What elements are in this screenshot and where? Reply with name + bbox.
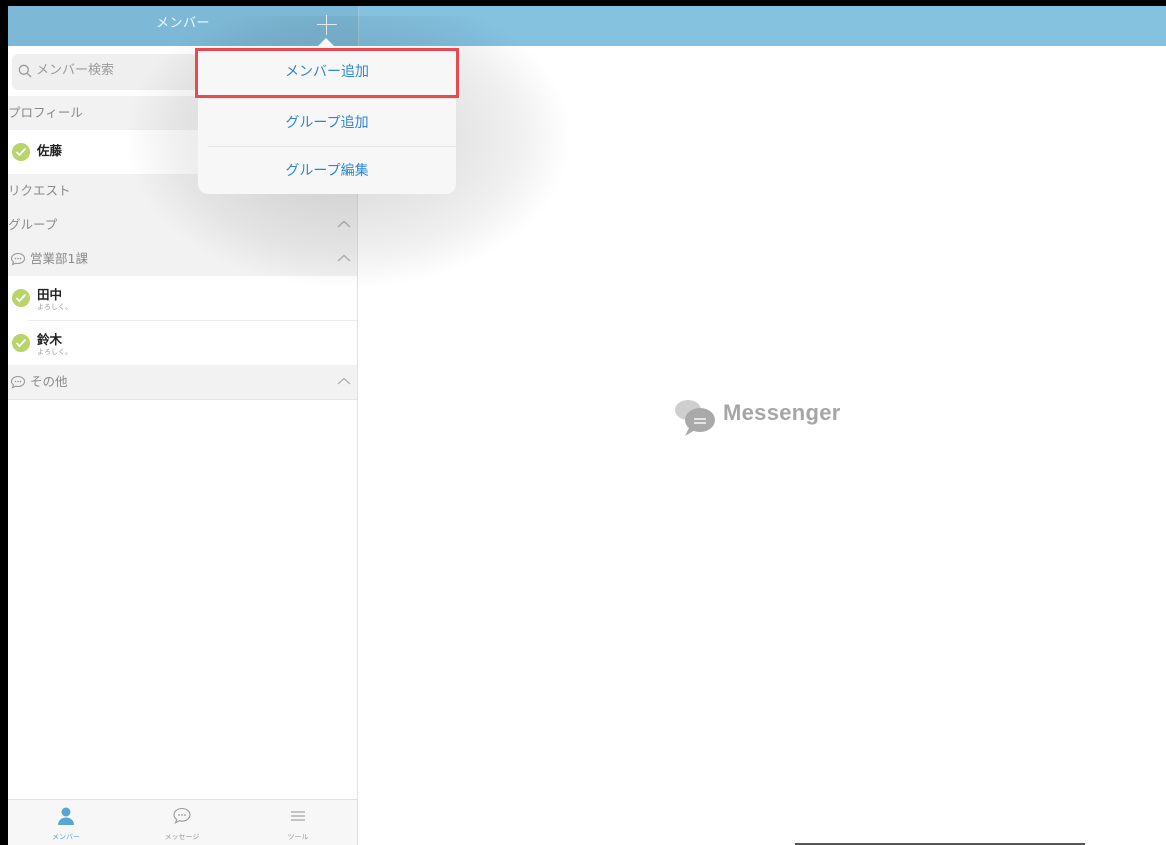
group-name: その他 (30, 374, 68, 389)
member-name: 佐藤 (37, 143, 63, 158)
chevron-up-icon[interactable] (337, 220, 351, 228)
member-status: よろしく。 (37, 348, 72, 356)
add-button[interactable] (314, 12, 340, 38)
chat-bubble-icon (173, 807, 191, 825)
tab-messages[interactable]: メッセージ (124, 800, 240, 845)
section-header-group[interactable]: グループ (8, 208, 357, 242)
menu-item-edit-group[interactable]: グループ編集 (198, 147, 456, 195)
menu-item-add-group[interactable]: グループ追加 (198, 99, 456, 147)
group-header-other[interactable]: その他 (8, 365, 357, 400)
chevron-up-icon[interactable] (337, 254, 351, 262)
tab-members[interactable]: メンバー (8, 800, 124, 845)
header-bar: メンバー (8, 6, 1166, 46)
app-window: メンバー メンバー検索 プロフィール 佐藤 リクエスト グループ 営業部1課 田… (8, 6, 1166, 845)
member-name: 田中 (37, 287, 63, 302)
add-menu-popover: メンバー追加 グループ追加 グループ編集 (198, 46, 456, 194)
online-check-icon (12, 289, 30, 307)
group-chat-icon (10, 252, 26, 266)
menu-lines-icon (291, 811, 305, 821)
tab-bar: メンバー メッセージ ツール (8, 799, 357, 845)
online-check-icon (12, 143, 30, 161)
member-status: よろしく。 (37, 303, 72, 311)
header-divider (358, 6, 359, 46)
messenger-logo: Messenger (671, 396, 861, 438)
group-name: 営業部1課 (30, 251, 88, 266)
member-row-suzuki[interactable]: 鈴木 よろしく。 (8, 321, 357, 365)
header-title: メンバー (155, 16, 210, 31)
tab-label: メッセージ (164, 833, 200, 841)
main-content: Messenger (358, 46, 1166, 845)
group-chat-icon (10, 375, 26, 389)
messenger-logo-icon (675, 400, 715, 436)
group-header-eigyo[interactable]: 営業部1課 (8, 242, 357, 276)
section-label: プロフィール (8, 105, 83, 120)
member-row-tanaka[interactable]: 田中 よろしく。 (8, 276, 357, 320)
member-name: 鈴木 (37, 332, 63, 347)
logo-text: Messenger (723, 400, 841, 425)
tab-label: ツール (287, 833, 309, 841)
chevron-up-icon[interactable] (337, 377, 351, 385)
online-check-icon (12, 334, 30, 352)
person-icon (58, 807, 74, 825)
search-placeholder: メンバー検索 (36, 63, 115, 78)
search-icon (18, 64, 32, 78)
section-label: リクエスト (8, 183, 71, 198)
menu-item-add-member[interactable]: メンバー追加 (198, 48, 456, 96)
tab-label: メンバー (52, 833, 80, 841)
tab-tools[interactable]: ツール (240, 800, 356, 845)
popover-arrow (318, 38, 334, 46)
section-label: グループ (8, 217, 58, 232)
